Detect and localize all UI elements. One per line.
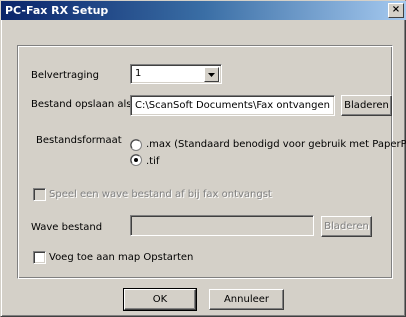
format-max-label[interactable]: .max (Standaard benodigd voor gebruik me… [146, 139, 406, 150]
startup-label: Voeg toe aan map Opstarten [49, 252, 194, 263]
ok-button[interactable]: OK [123, 288, 197, 311]
format-tif-label[interactable]: .tif [146, 156, 159, 167]
file-format-label: Bestandsformaat [36, 135, 122, 146]
delay-combobox[interactable]: 1 [130, 64, 222, 84]
save-browse-button[interactable]: Bladeren [341, 95, 392, 116]
save-path-label: Bestand opslaan als [31, 99, 132, 110]
play-wave-checkbox[interactable] [33, 188, 46, 201]
play-wave-label: Speel een wave bestand af bij fax ontvan… [49, 189, 272, 200]
wave-file-label: Wave bestand [31, 222, 103, 233]
format-tif-radio[interactable] [130, 154, 142, 166]
wave-browse-button[interactable]: Bladeren [321, 216, 372, 237]
window-title: PC-Fax RX Setup [5, 4, 109, 17]
dialog-window: PC-Fax RX Setup × Belvertraging 1 Bestan… [0, 0, 406, 317]
startup-checkbox[interactable] [33, 251, 46, 264]
save-path-value: C:\ScanSoft Documents\Fax ontvangen [135, 100, 330, 111]
delay-dropdown-button[interactable] [204, 67, 219, 82]
close-button[interactable]: × [388, 3, 404, 18]
cancel-button[interactable]: Annuleer [209, 289, 284, 310]
delay-value: 1 [135, 68, 142, 79]
save-path-input[interactable]: C:\ScanSoft Documents\Fax ontvangen [130, 95, 335, 116]
close-icon: × [391, 4, 401, 15]
wave-file-input[interactable] [130, 215, 314, 236]
delay-label: Belvertraging [31, 70, 99, 81]
title-bar[interactable]: PC-Fax RX Setup × [1, 1, 406, 20]
chevron-down-icon [208, 73, 215, 77]
format-max-radio[interactable] [130, 139, 142, 151]
